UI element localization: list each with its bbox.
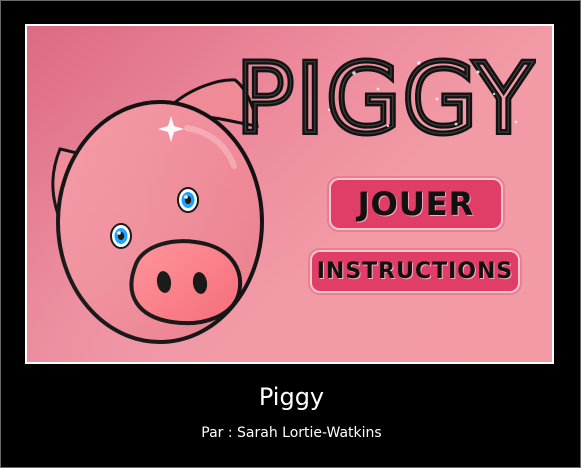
- play-button[interactable]: JOUER: [331, 180, 501, 228]
- game-logo-title-highlight: PIGGY: [236, 43, 535, 155]
- game-screen: PIGGY PIGGY JOUER INSTRUCTIONS: [25, 24, 554, 364]
- game-title-caption: Piggy: [258, 383, 325, 411]
- game-author-caption: Par : Sarah Lortie-Watkins: [201, 425, 382, 441]
- game-logo: PIGGY PIGGY: [236, 40, 536, 156]
- page-frame: PIGGY PIGGY JOUER INSTRUCTIONS Piggy Par…: [0, 0, 581, 468]
- instructions-button[interactable]: INSTRUCTIONS: [312, 252, 518, 291]
